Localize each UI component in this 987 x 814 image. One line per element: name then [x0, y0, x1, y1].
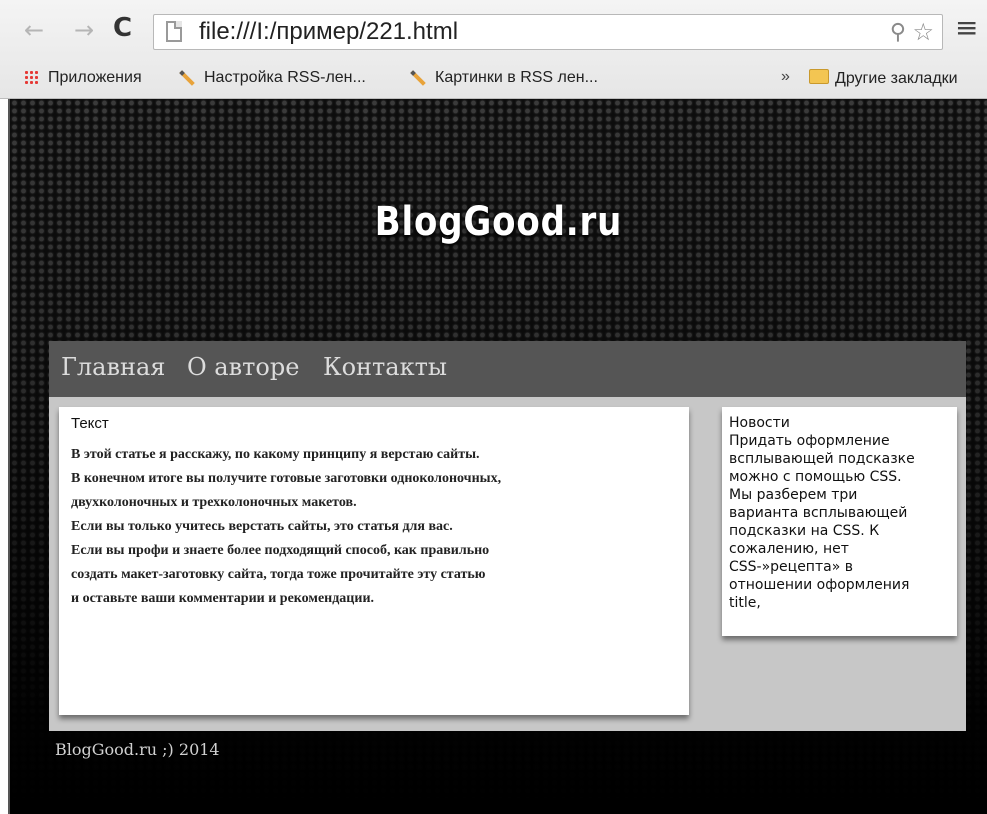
forward-arrow-icon[interactable]: → — [74, 18, 94, 42]
content-line: двухколоночных и трехколоночных макетов. — [71, 495, 357, 510]
more-bookmarks-chevron-icon[interactable]: » — [781, 68, 790, 86]
bookmark-other[interactable]: Другие закладки — [809, 69, 958, 88]
bookmarks-bar: Приложения Настройка RSS-лен... Картинки… — [0, 60, 987, 96]
page-wrapper: Главная О авторе Контакты Текст В этой с… — [49, 341, 966, 731]
nav-item-contacts[interactable]: Контакты — [323, 353, 447, 381]
sidebar-line: CSS-»рецепта» в — [729, 559, 853, 575]
main-content: Текст В этой статье я расскажу, по каком… — [59, 407, 689, 715]
sidebar-line: сожалению, нет — [729, 541, 849, 557]
bookmark-rss-images[interactable]: Картинки в RSS лен... — [409, 69, 598, 87]
bookmark-rss-settings[interactable]: Настройка RSS-лен... — [178, 69, 366, 87]
back-arrow-icon[interactable]: ← — [24, 18, 44, 42]
content-line: Если вы только учитесь верстать сайты, э… — [71, 519, 453, 534]
apps-icon[interactable] — [24, 70, 40, 86]
reload-icon[interactable]: C — [113, 15, 132, 41]
content-line: Если вы профи и знаете более подходящий … — [71, 543, 490, 558]
nav-item-about[interactable]: О авторе — [187, 353, 299, 381]
content-heading: Текст — [71, 415, 109, 432]
pencil-icon — [179, 69, 195, 86]
site-footer: BlogGood.ru ;) 2014 — [55, 740, 220, 759]
site-title: BlogGood.ru — [374, 199, 623, 245]
folder-icon — [809, 69, 829, 84]
content-line: В этой статье я расскажу, по какому прин… — [71, 447, 480, 462]
menu-icon[interactable]: ≡ — [955, 14, 978, 42]
sidebar-line: title, — [729, 595, 761, 611]
sidebar-line: варианта всплывающей — [729, 505, 908, 521]
zoom-icon[interactable]: ⚲ — [890, 20, 906, 45]
news-sidebar: Новости Придать оформление всплывающей п… — [722, 407, 957, 636]
address-bar[interactable]: file:///I:/пример/221.html ⚲ ☆ — [153, 14, 943, 50]
sidebar-line: отношении оформления — [729, 577, 910, 593]
page-viewport: BlogGood.ru Главная О авторе Контакты Те… — [10, 99, 987, 814]
sidebar-line: подсказки на CSS. К — [729, 523, 880, 539]
main-nav: Главная О авторе Контакты — [49, 341, 966, 397]
sidebar-line: Придать оформление — [729, 433, 890, 449]
content-line: создать макет-заготовку сайта, тогда тож… — [71, 567, 486, 582]
pencil-icon — [410, 69, 426, 86]
url-text[interactable]: file:///I:/пример/221.html — [199, 18, 458, 46]
bookmark-star-icon[interactable]: ☆ — [912, 18, 934, 46]
browser-toolbar: ← → C file:///I:/пример/221.html ⚲ ☆ ≡ П… — [0, 0, 987, 99]
bookmark-label: Настройка RSS-лен... — [204, 69, 366, 86]
content-line: и оставьте ваши комментарии и рекомендац… — [71, 591, 375, 606]
nav-item-home[interactable]: Главная — [61, 353, 165, 381]
sidebar-heading: Новости — [729, 415, 790, 431]
content-line: В конечном итоге вы получите готовые заг… — [71, 471, 502, 486]
sidebar-line: всплывающей подсказке — [729, 451, 915, 467]
bookmark-label: Картинки в RSS лен... — [435, 69, 598, 86]
page-icon — [166, 21, 182, 42]
bookmark-apps[interactable]: Приложения — [48, 69, 142, 87]
bookmark-label: Другие закладки — [835, 70, 958, 87]
sidebar-line: Мы разберем три — [729, 487, 858, 503]
sidebar-line: можно с помощью CSS. — [729, 469, 902, 485]
